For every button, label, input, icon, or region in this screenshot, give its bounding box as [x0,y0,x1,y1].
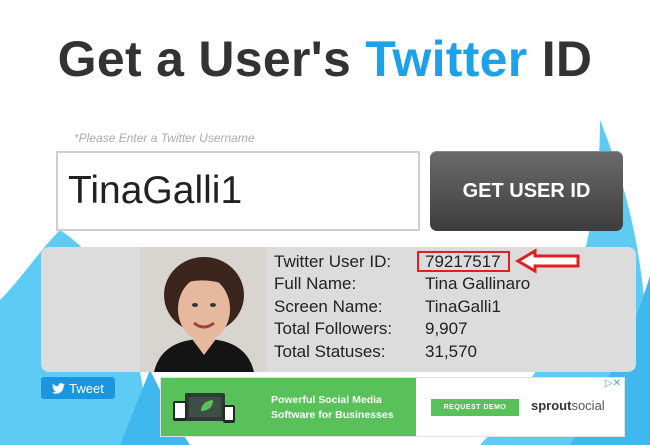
ad-headline-line1: Powerful Social Media [271,394,382,406]
ad-brand-logo: sproutsocial [531,398,605,413]
ad-choices-icon[interactable]: ▷✕ [605,378,621,389]
value-statuses: 31,570 [425,341,477,361]
ad-headline-line2: Software for Businesses [271,409,394,421]
left-arrow-icon [515,248,580,274]
label-user-id: Twitter User ID: [274,252,392,271]
label-followers: Total Followers: [274,319,393,339]
ad-brand-light: social [571,398,605,413]
page-title: Get a User's Twitter ID [0,30,650,88]
ad-headline: Powerful Social Media Software for Busin… [271,393,394,423]
label-screen-name: Screen Name: [274,296,383,316]
label-full-name: Full Name: [274,274,357,294]
tweet-button[interactable]: Tweet [41,377,115,399]
result-labels: Twitter User ID: Full Name: Screen Name:… [274,251,392,363]
get-user-id-button[interactable]: GET USER ID [430,151,623,231]
advertisement-banner[interactable]: Powerful Social Media Software for Busin… [160,377,625,437]
user-id-highlight-box [417,251,510,272]
value-screen-name: TinaGalli1 [425,296,501,316]
value-followers: 9,907 [425,319,468,339]
ad-brand-bold: sprout [531,398,572,413]
username-input[interactable]: TinaGalli1 [56,151,420,231]
title-accent: Twitter [365,31,528,87]
username-hint: *Please Enter a Twitter Username [74,131,255,145]
devices-icon [173,393,235,423]
title-suffix: ID [527,31,593,87]
profile-photo [140,247,266,372]
twitter-bird-icon [52,382,66,394]
title-prefix: Get a User's [57,31,366,87]
tweet-label: Tweet [69,380,104,396]
ad-green-panel: Powerful Social Media Software for Busin… [161,378,416,436]
request-demo-button[interactable]: REQUEST DEMO [431,399,519,416]
value-full-name: Tina Gallinaro [425,274,531,294]
label-statuses: Total Statuses: [274,341,386,361]
